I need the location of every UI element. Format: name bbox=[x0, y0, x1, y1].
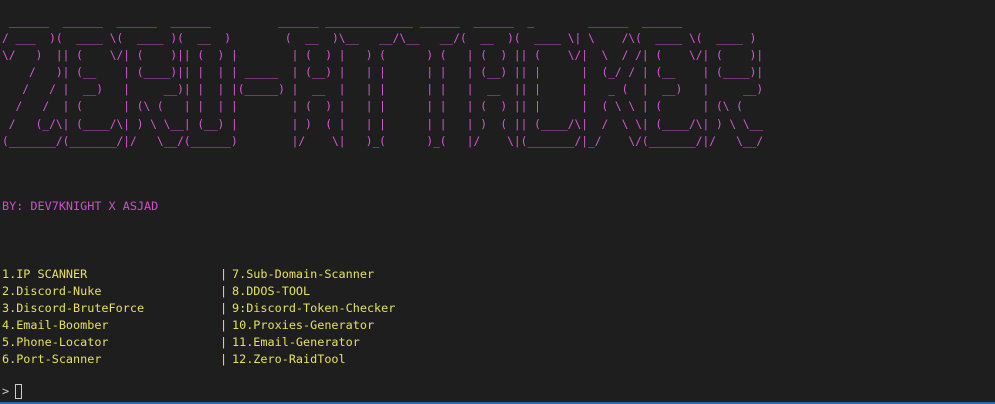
menu-option-12: 12.Zero-RaidTool bbox=[232, 352, 346, 366]
menu-option-7: 7.Sub-Domain-Scanner bbox=[232, 267, 375, 281]
menu-option-9: 9:Discord-Token-Checker bbox=[232, 301, 396, 315]
menu-separator: | bbox=[220, 335, 228, 349]
ascii-art-banner: ______ ______ ______ ______ ______ _____… bbox=[2, 15, 764, 148]
terminal-window[interactable]: ______ ______ ______ ______ ______ _____… bbox=[0, 0, 995, 404]
author-credit: BY: DEV7KNIGHT X ASJAD bbox=[2, 199, 159, 213]
tool-menu: 1.IP SCANNER | 7.Sub-Domain-Scanner 2.Di… bbox=[2, 266, 395, 368]
menu-option-6: 6.Port-Scanner bbox=[2, 352, 102, 366]
menu-separator: | bbox=[220, 284, 228, 298]
menu-row: 4.Email-Boomber | 10.Proxies-Generator bbox=[2, 317, 395, 334]
menu-option-2: 2.Discord-Nuke bbox=[2, 284, 102, 298]
command-prompt[interactable]: > bbox=[2, 383, 22, 400]
menu-separator: | bbox=[220, 352, 228, 366]
menu-option-10: 10.Proxies-Generator bbox=[232, 318, 375, 332]
menu-row: 3.Discord-BruteForce | 9:Discord-Token-C… bbox=[2, 300, 395, 317]
menu-option-8: 8.DDOS-TOOL bbox=[232, 284, 311, 298]
menu-row: 2.Discord-Nuke | 8.DDOS-TOOL bbox=[2, 283, 395, 300]
menu-row: 5.Phone-Locator | 11.Email-Generator bbox=[2, 334, 395, 351]
menu-separator: | bbox=[220, 267, 228, 281]
prompt-symbol: > bbox=[2, 384, 10, 398]
menu-option-5: 5.Phone-Locator bbox=[2, 335, 109, 349]
menu-option-3: 3.Discord-BruteForce bbox=[2, 301, 145, 315]
menu-option-4: 4.Email-Boomber bbox=[2, 318, 109, 332]
menu-separator: | bbox=[220, 318, 228, 332]
menu-separator: | bbox=[220, 301, 228, 315]
menu-option-11: 11.Email-Generator bbox=[232, 335, 360, 349]
menu-option-1: 1.IP SCANNER bbox=[2, 267, 88, 281]
menu-row: 1.IP SCANNER | 7.Sub-Domain-Scanner bbox=[2, 266, 395, 283]
menu-row: 6.Port-Scanner | 12.Zero-RaidTool bbox=[2, 351, 395, 368]
text-cursor bbox=[15, 384, 22, 399]
